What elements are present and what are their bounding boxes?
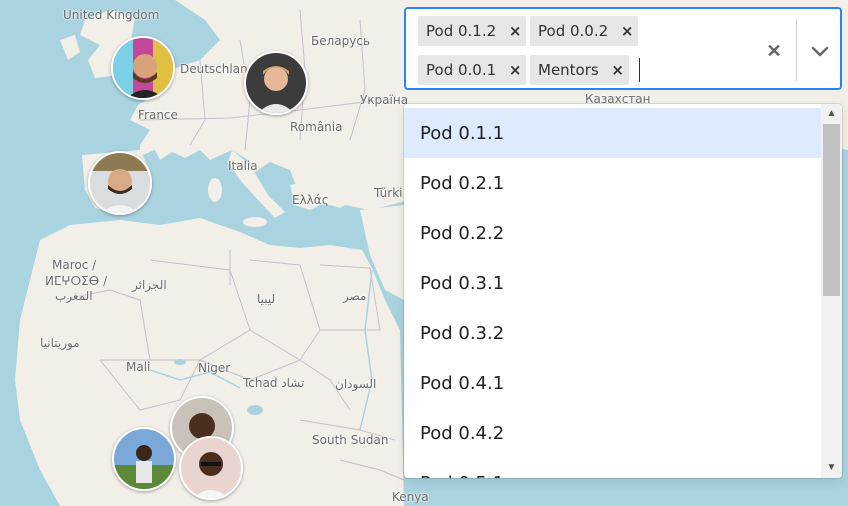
label-maroc-tifinagh: ⵍⵎⵖⵔⵉⴱ / — [45, 274, 108, 288]
chip-label: Pod 0.1.2 — [426, 22, 497, 40]
menu-option[interactable]: Pod 0.3.2 — [404, 308, 821, 358]
label-italia: Italia — [228, 159, 258, 173]
remove-chip-icon[interactable]: × — [607, 55, 629, 85]
person-photo-icon — [114, 429, 174, 489]
avatar-member-1[interactable] — [111, 36, 175, 100]
menu-option[interactable]: Pod 0.1.1 — [404, 108, 821, 158]
selected-chip: Pod 0.0.1 × — [418, 55, 527, 85]
selected-chip: Mentors × — [530, 55, 629, 85]
label-kenya: Kenya — [392, 490, 429, 504]
label-egypt: مصر — [343, 289, 367, 303]
chip-label: Pod 0.0.2 — [538, 22, 609, 40]
menu-option[interactable]: Pod 0.4.2 — [404, 408, 821, 458]
person-photo-icon — [90, 153, 150, 213]
avatar-member-3[interactable] — [88, 151, 152, 215]
label-france: France — [138, 108, 178, 122]
label-ukraine: Україна — [360, 93, 409, 107]
menu-option[interactable]: Pod 0.5.1 — [404, 458, 821, 479]
avatar-member-6[interactable] — [179, 436, 243, 500]
label-tchad: Tchad تشاد — [243, 376, 305, 390]
chip-label: Pod 0.0.1 — [426, 61, 497, 79]
label-belarus: Беларусь — [311, 34, 371, 48]
clear-all-icon[interactable]: ✕ — [762, 39, 786, 63]
menu-option[interactable]: Pod 0.4.1 — [404, 358, 821, 408]
label-sudan: السودان — [335, 377, 377, 391]
label-maroc: Maroc / — [52, 258, 97, 272]
menu-scrollbar[interactable]: ▲ ▼ — [821, 104, 842, 478]
label-united-kingdom: United Kingdom — [63, 8, 160, 22]
avatar-member-5[interactable] — [112, 427, 176, 491]
remove-chip-icon[interactable]: × — [504, 16, 526, 46]
label-south-sudan: South Sudan — [312, 433, 389, 447]
scroll-up-icon[interactable]: ▲ — [823, 105, 840, 122]
scroll-down-icon[interactable]: ▼ — [823, 459, 840, 476]
label-libya: ليبيا — [257, 292, 276, 306]
label-mali: Mali — [126, 360, 151, 374]
label-maroc-arabic: المغرب — [55, 289, 93, 303]
label-algeria: الجزائر — [132, 278, 167, 292]
label-ellas: Ελλάς — [292, 193, 329, 207]
avatar-member-2[interactable] — [244, 51, 308, 115]
selected-chip: Pod 0.0.2 × — [530, 16, 639, 46]
person-photo-icon — [246, 53, 306, 113]
scroll-thumb[interactable] — [823, 124, 840, 296]
chevron-down-icon[interactable] — [808, 39, 832, 63]
remove-chip-icon[interactable]: × — [504, 55, 526, 85]
pod-multi-select[interactable]: Pod 0.1.2 × Pod 0.0.2 × Pod 0.0.1 × Ment… — [404, 7, 842, 90]
chip-label: Mentors — [538, 61, 599, 79]
menu-option[interactable]: Pod 0.2.2 — [404, 208, 821, 258]
menu-option[interactable]: Pod 0.2.1 — [404, 158, 821, 208]
label-niger: Niger — [198, 361, 231, 375]
label-romania: România — [290, 120, 343, 134]
menu-option[interactable]: Pod 0.3.1 — [404, 258, 821, 308]
indicator-separator — [796, 19, 797, 81]
selected-chip: Pod 0.1.2 × — [418, 16, 527, 46]
remove-chip-icon[interactable]: × — [616, 16, 638, 46]
label-turkiye: Türki — [374, 186, 403, 200]
options-menu[interactable]: Pod 0.1.1 Pod 0.2.1 Pod 0.2.2 Pod 0.3.1 Pod … — [404, 104, 842, 478]
person-photo-icon — [113, 38, 173, 98]
label-mauritania: موريتانيا — [40, 336, 80, 350]
label-deutschland: Deutschland — [180, 62, 256, 76]
person-photo-icon — [181, 438, 241, 498]
text-input-caret[interactable] — [639, 58, 640, 82]
